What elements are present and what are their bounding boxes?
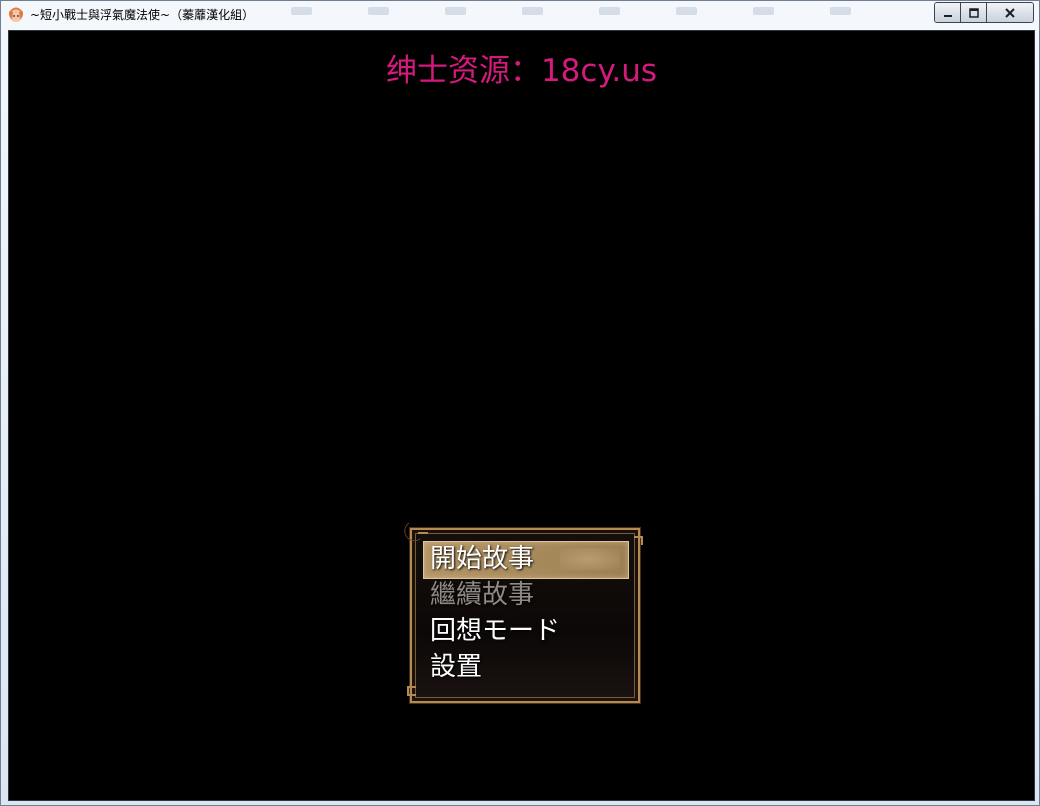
menu-item-label: 繼續故事 xyxy=(430,580,535,610)
menu-item-continue[interactable]: 繼續故事 xyxy=(424,578,628,614)
window-title: ~短小戰士與浮氣魔法使~（蓁蘼漢化組） xyxy=(30,8,255,22)
menu-item-label: 設置 xyxy=(430,652,483,682)
maximize-icon xyxy=(968,7,979,18)
corner-ornament-icon xyxy=(634,536,643,545)
corner-ornament-icon xyxy=(407,686,416,696)
close-icon xyxy=(1005,7,1015,18)
minimize-icon xyxy=(943,14,952,17)
title-menu: 開始故事 繼續故事 回想モード 設置 xyxy=(404,522,643,703)
close-button[interactable] xyxy=(987,3,1033,22)
caption-buttons xyxy=(934,2,1034,23)
menu-item-settings[interactable]: 設置 xyxy=(424,650,628,686)
title-bar[interactable]: ~短小戰士與浮氣魔法使~（蓁蘼漢化組） xyxy=(1,1,1039,29)
menu-item-recollection[interactable]: 回想モード xyxy=(424,614,628,650)
minimize-button[interactable] xyxy=(935,3,961,22)
game-canvas[interactable]: 绅士资源：18cy.us 開始故事 繼續故事 回想モード 設置 xyxy=(8,30,1035,801)
menu-list: 開始故事 繼續故事 回想モード 設置 xyxy=(423,541,629,686)
maximize-button[interactable] xyxy=(961,3,987,22)
menu-item-label: 回想モード xyxy=(430,616,561,646)
background-blur xyxy=(291,4,851,18)
watermark-text: 绅士资源：18cy.us xyxy=(385,53,658,89)
application-window: ~短小戰士與浮氣魔法使~（蓁蘼漢化組） 绅士资源：18cy.us 開始故事 繼續… xyxy=(0,0,1040,806)
menu-item-start[interactable]: 開始故事 xyxy=(423,541,629,579)
menu-item-label: 開始故事 xyxy=(430,544,535,574)
app-icon xyxy=(9,7,23,22)
